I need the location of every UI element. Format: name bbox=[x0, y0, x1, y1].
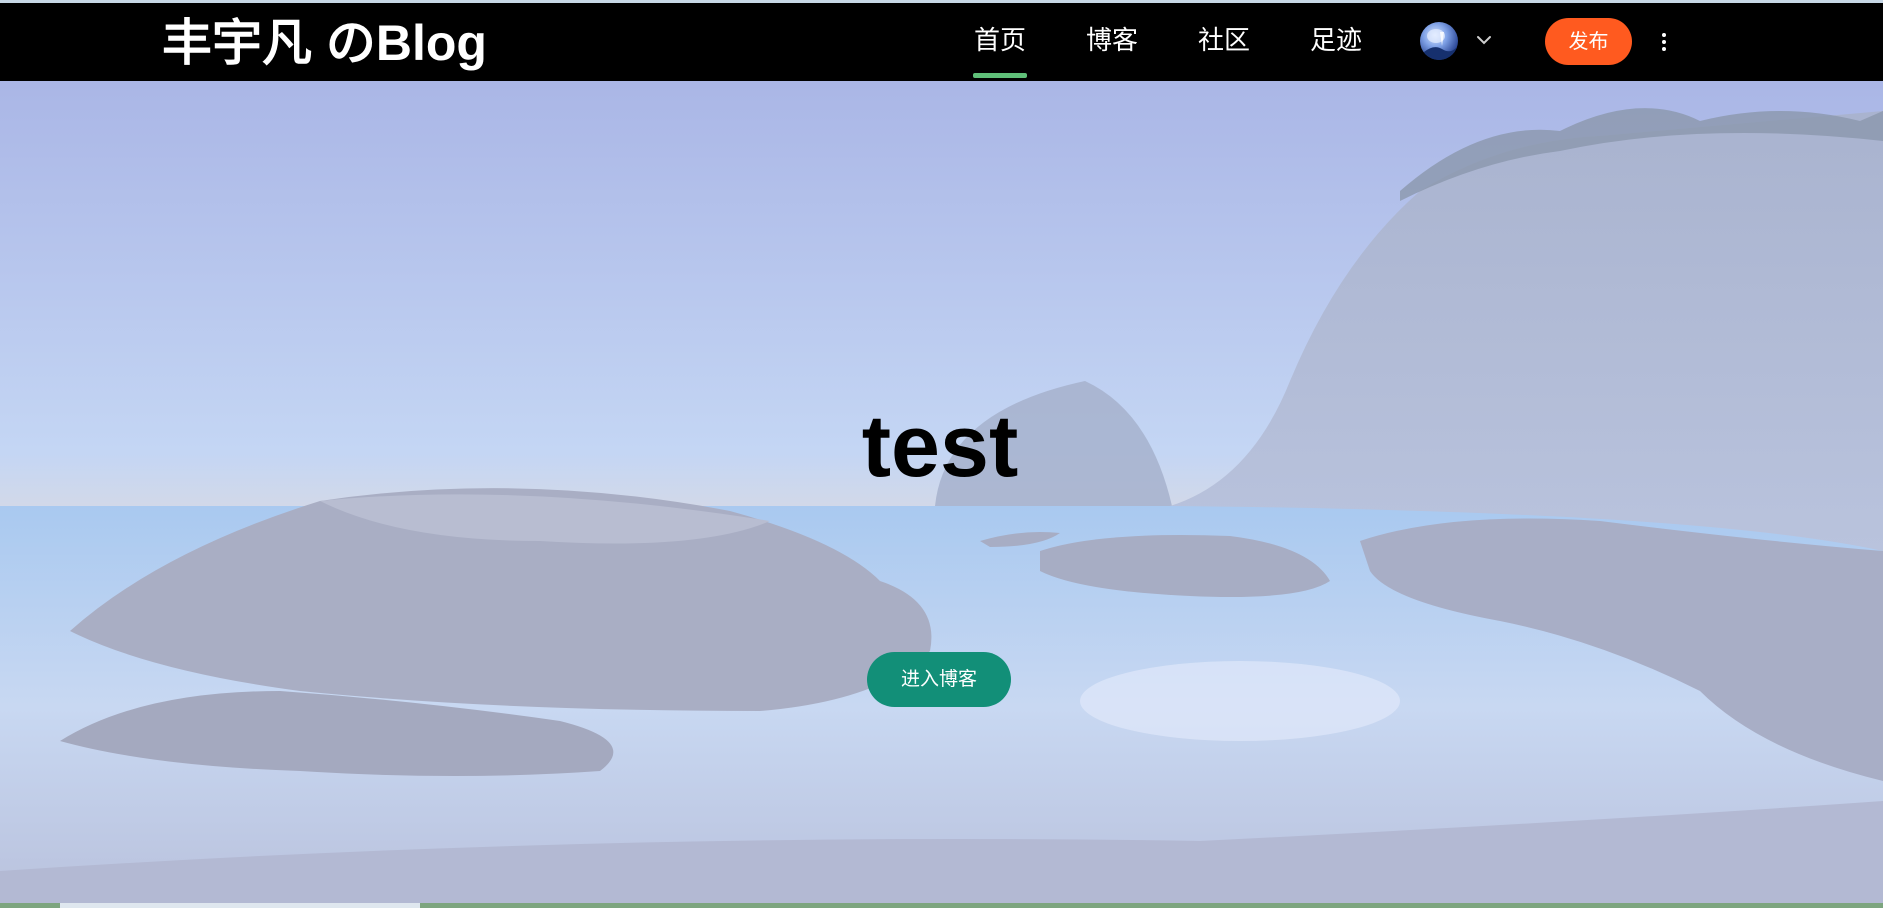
chevron-down-icon[interactable] bbox=[1474, 30, 1494, 50]
vertical-dots-icon[interactable] bbox=[1660, 31, 1668, 53]
top-navbar: 丰宇凡 のBlog 首页 博客 社区 足迹 发布 bbox=[0, 3, 1883, 81]
nav-item-blog[interactable]: 博客 bbox=[1086, 23, 1138, 59]
nav-item-home[interactable]: 首页 bbox=[972, 23, 1028, 78]
user-avatar[interactable] bbox=[1420, 22, 1458, 60]
avatar-image bbox=[1424, 29, 1456, 60]
nav-item-community[interactable]: 社区 bbox=[1198, 23, 1250, 59]
enter-blog-button[interactable]: 进入博客 bbox=[867, 652, 1011, 707]
hero-title: test bbox=[861, 396, 1019, 495]
site-brand[interactable]: 丰宇凡 のBlog bbox=[162, 11, 487, 75]
publish-button[interactable]: 发布 bbox=[1545, 18, 1632, 65]
nav-item-footprints[interactable]: 足迹 bbox=[1310, 23, 1362, 59]
hero-banner: test 进入博客 bbox=[0, 81, 1883, 908]
horizontal-scrollbar[interactable] bbox=[60, 903, 420, 908]
